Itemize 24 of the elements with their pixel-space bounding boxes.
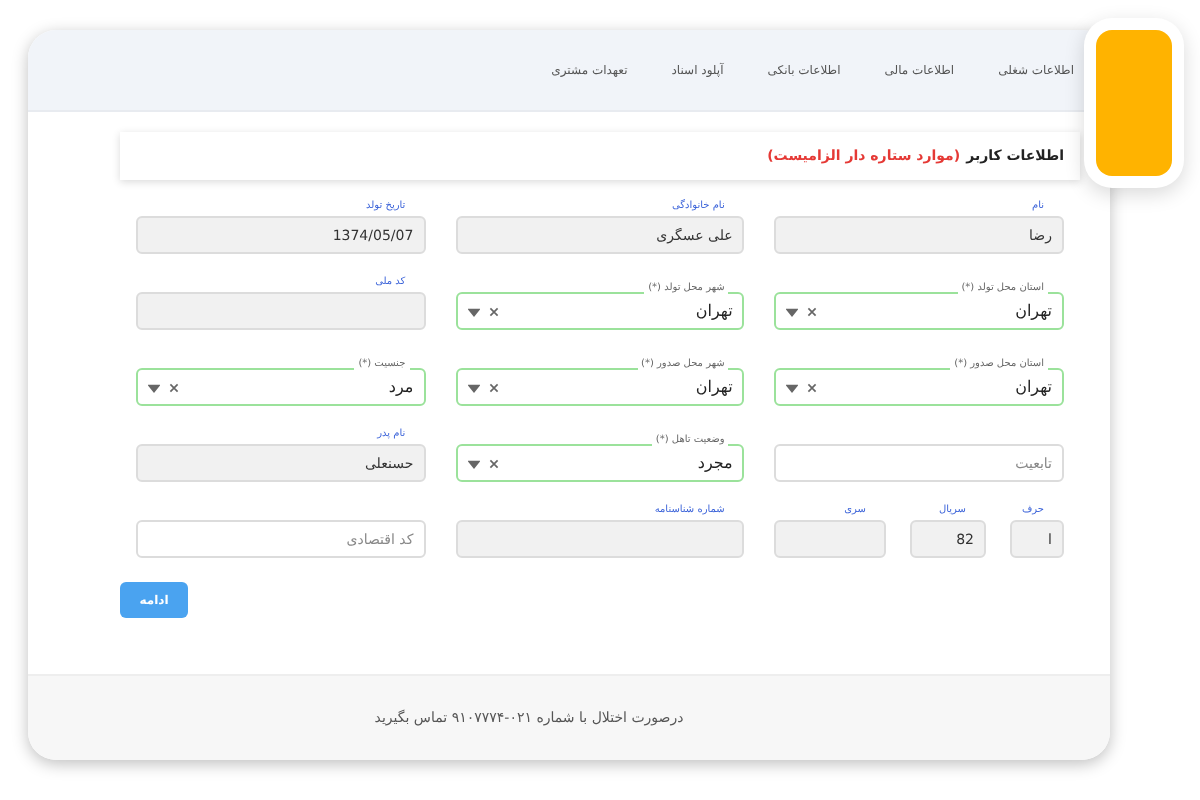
dropdown[interactable]: تهران <box>455 292 745 330</box>
dropdown[interactable]: تهران <box>455 368 745 406</box>
clear-icon[interactable] <box>806 305 819 317</box>
dropdown[interactable]: تهران <box>774 368 1064 406</box>
dropdown-value: مجرد <box>697 454 733 472</box>
caret-icon[interactable] <box>467 381 480 393</box>
dropdown-value: مرد <box>388 378 414 396</box>
caret-icon[interactable] <box>786 381 799 393</box>
dropdown-value: تهران <box>695 378 733 396</box>
dropdown-value: تهران <box>695 302 733 320</box>
dropdown[interactable]: مجرد <box>455 444 745 482</box>
caret-icon[interactable] <box>467 457 480 469</box>
caret-icon[interactable] <box>786 305 799 317</box>
caret-icon[interactable] <box>148 381 160 393</box>
dropdown-value: تهران <box>1015 302 1052 320</box>
dropdown[interactable]: تهران <box>774 292 1064 330</box>
clear-icon[interactable] <box>806 381 819 393</box>
clear-icon[interactable] <box>487 457 500 469</box>
caret-icon[interactable] <box>467 305 480 317</box>
dropdown[interactable]: مرد <box>136 368 426 406</box>
clear-icon[interactable] <box>487 305 500 317</box>
dropdown-value: تهران <box>1015 378 1052 396</box>
clear-icon[interactable] <box>487 381 500 393</box>
clear-icon[interactable] <box>168 381 180 393</box>
